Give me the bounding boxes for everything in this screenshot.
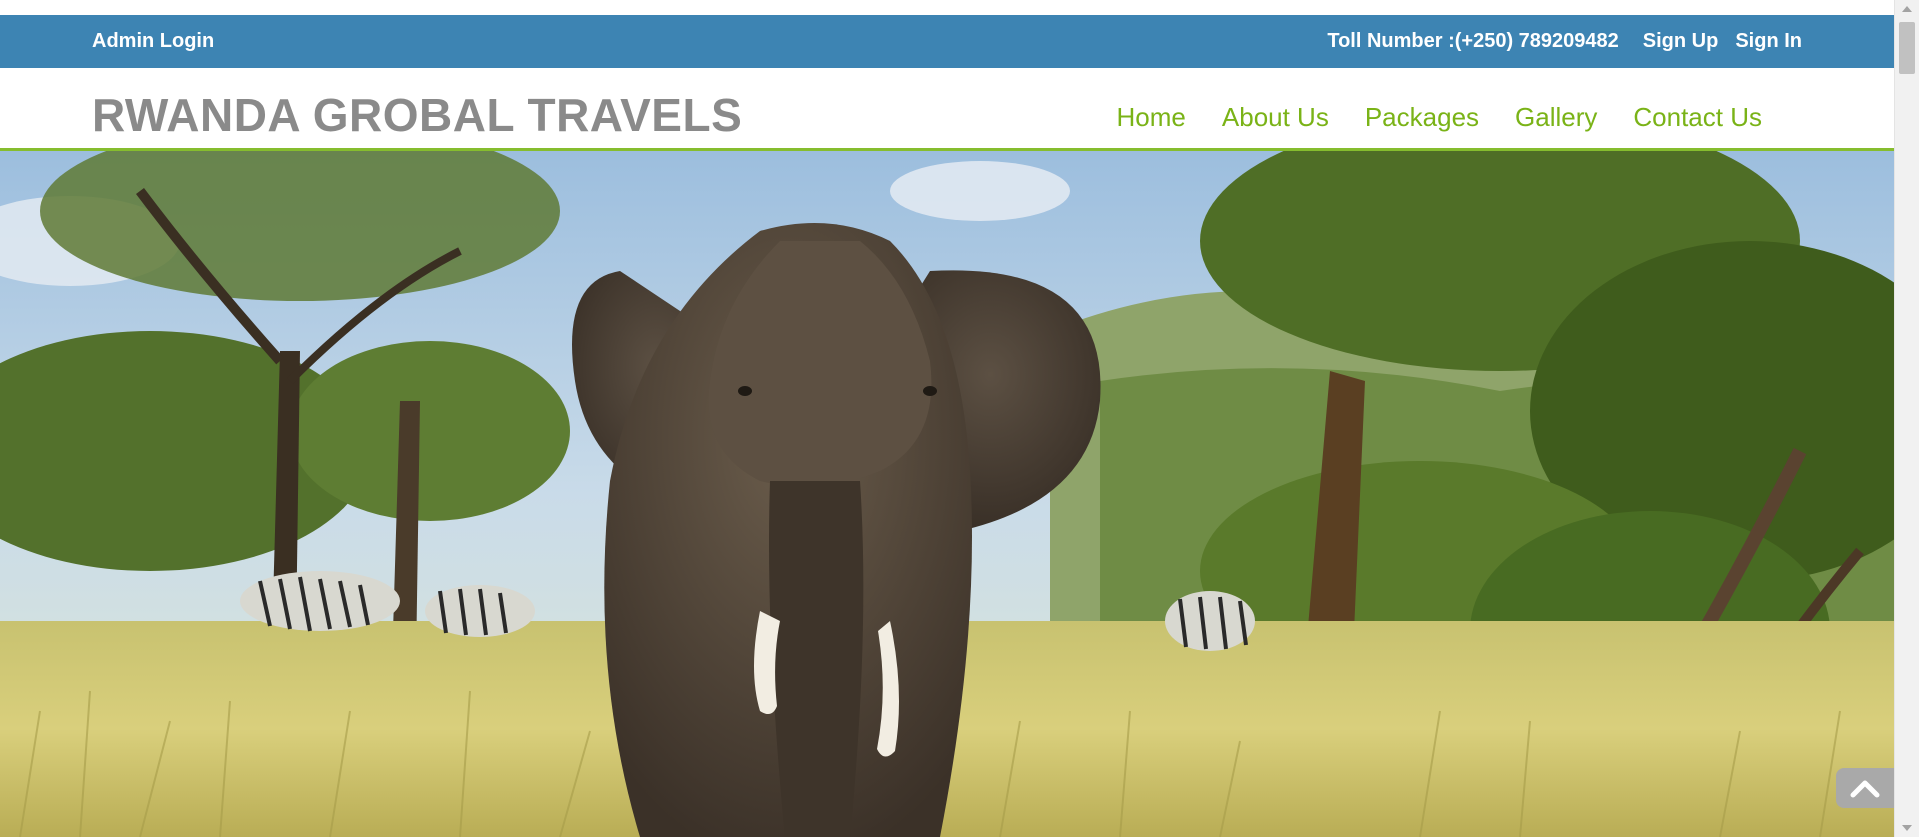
page-scrollbar[interactable] [1894, 0, 1919, 837]
nav-about-us[interactable]: About Us [1222, 104, 1329, 130]
top-bar: Admin Login Toll Number :(+250) 78920948… [0, 15, 1894, 68]
sign-up-link[interactable]: Sign Up [1643, 30, 1719, 53]
hero-banner [0, 151, 1894, 837]
top-bar-right: Toll Number :(+250) 789209482 Sign Up Si… [1327, 15, 1802, 68]
nav-packages[interactable]: Packages [1365, 104, 1479, 130]
scrollbar-thumb[interactable] [1899, 22, 1915, 74]
scroll-up-arrow-icon[interactable] [1902, 6, 1912, 12]
scroll-down-arrow-icon[interactable] [1902, 825, 1912, 831]
admin-login-link[interactable]: Admin Login [92, 15, 214, 68]
hero-image-elephant [0, 151, 1894, 837]
chevron-up-icon [1850, 780, 1880, 798]
nav-gallery[interactable]: Gallery [1515, 104, 1597, 130]
site-brand[interactable]: RWANDA GROBAL TRAVELS [92, 92, 742, 138]
nav-home[interactable]: Home [1117, 104, 1186, 130]
sign-in-link[interactable]: Sign In [1735, 30, 1802, 53]
scroll-to-top-button[interactable] [1836, 768, 1894, 808]
top-strip [0, 0, 1894, 15]
site-header: RWANDA GROBAL TRAVELS Home About Us Pack… [0, 68, 1894, 151]
toll-number: Toll Number :(+250) 789209482 [1327, 30, 1619, 52]
nav-contact-us[interactable]: Contact Us [1633, 104, 1762, 130]
page: Admin Login Toll Number :(+250) 78920948… [0, 0, 1919, 837]
main-nav: Home About Us Packages Gallery Contact U… [1117, 104, 1762, 130]
